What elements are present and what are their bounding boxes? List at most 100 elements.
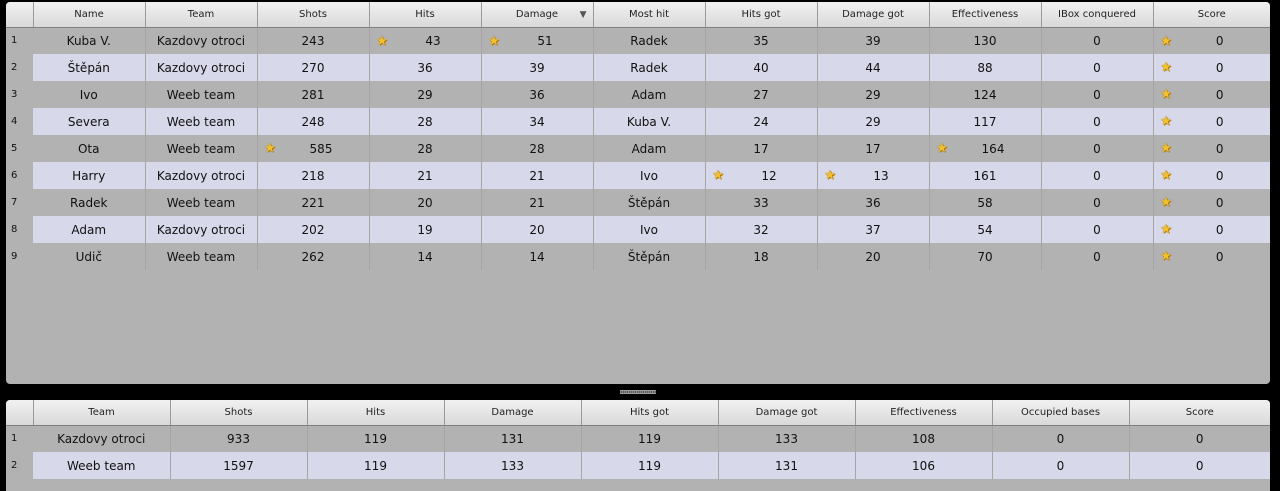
cell-damage: 36 bbox=[481, 81, 594, 108]
cell-name: Adam bbox=[33, 216, 146, 243]
cell-hits-got: 27 bbox=[705, 81, 818, 108]
cell-shots: 1597 bbox=[170, 452, 308, 479]
column-header-damage[interactable]: Damage bbox=[444, 400, 582, 426]
row-number: 9 bbox=[6, 243, 33, 270]
table-row[interactable]: 9 Udič Weeb team 262 14 14 Štěpán 18 20 70 0 ★ 0 bbox=[6, 243, 1270, 270]
cell-effectiveness: 161 bbox=[929, 162, 1042, 189]
players-table-header: Name Team Shots Hits Damage ▼ Most hit Hi… bbox=[6, 2, 1270, 28]
column-header-shots[interactable]: Shots bbox=[257, 2, 370, 28]
column-header-hits-got[interactable]: Hits got bbox=[705, 2, 818, 28]
cell-score: ★ 0 bbox=[1153, 27, 1270, 54]
cell-hits-got: 24 bbox=[705, 108, 818, 135]
cell-hits-got: 35 bbox=[705, 27, 818, 54]
cell-hits-got: ★ 12 bbox=[705, 162, 818, 189]
cell-team: Weeb team bbox=[33, 452, 171, 479]
table-row[interactable]: 2 Štěpán Kazdovy otroci 270 36 39 Radek 40 44 88 0… bbox=[6, 54, 1270, 81]
cell-name: Udič bbox=[33, 243, 146, 270]
cell-value: 0 bbox=[1215, 33, 1224, 48]
cell-shots: 281 bbox=[257, 81, 370, 108]
cell-team: Weeb team bbox=[145, 189, 258, 216]
cell-team: Weeb team bbox=[145, 81, 258, 108]
cell-effectiveness: 58 bbox=[929, 189, 1042, 216]
table-row[interactable]: 1 Kazdovy otroci 933 119 131 119 133 108 0 0 bbox=[6, 425, 1270, 452]
row-number-header bbox=[6, 400, 34, 426]
cell-damage-got: 36 bbox=[817, 189, 930, 216]
cell-occupied-bases: 0 bbox=[992, 452, 1130, 479]
sort-descending-icon: ▼ bbox=[579, 10, 587, 20]
star-icon: ★ bbox=[824, 168, 836, 183]
cell-hits-got: 18 bbox=[705, 243, 818, 270]
cell-most-hit: Adam bbox=[593, 135, 706, 162]
table-row[interactable]: 3 Ivo Weeb team 281 29 36 Adam 27 29 124 0 ★ 0 bbox=[6, 81, 1270, 108]
cell-damage-got: 133 bbox=[718, 425, 856, 452]
cell-value: 164 bbox=[981, 141, 1005, 156]
cell-damage: 28 bbox=[481, 135, 594, 162]
star-icon: ★ bbox=[1160, 168, 1172, 183]
cell-shots: 248 bbox=[257, 108, 370, 135]
star-icon: ★ bbox=[1160, 249, 1172, 264]
column-header-occupied-bases[interactable]: Occupied bases bbox=[992, 400, 1130, 426]
column-header-hits[interactable]: Hits bbox=[307, 400, 445, 426]
cell-value: 0 bbox=[1215, 195, 1224, 210]
cell-name: Ivo bbox=[33, 81, 146, 108]
cell-effectiveness: 70 bbox=[929, 243, 1042, 270]
cell-name: Severa bbox=[33, 108, 146, 135]
column-header-most-hit[interactable]: Most hit bbox=[593, 2, 706, 28]
table-row[interactable]: 8 Adam Kazdovy otroci 202 19 20 Ivo 32 37 54 0 ★ 0 bbox=[6, 216, 1270, 243]
star-icon: ★ bbox=[936, 141, 948, 156]
table-row[interactable]: 5 Ota Weeb team ★ 585 28 28 Adam 17 17 ★ 164 0 ★ 0 bbox=[6, 135, 1270, 162]
cell-ibox: 0 bbox=[1041, 162, 1154, 189]
column-header-name[interactable]: Name bbox=[33, 2, 146, 28]
table-row[interactable]: 6 Harry Kazdovy otroci 218 21 21 Ivo ★ 12 ★ 13 161 0… bbox=[6, 162, 1270, 189]
cell-damage: 14 bbox=[481, 243, 594, 270]
cell-hits: 19 bbox=[369, 216, 482, 243]
cell-hits: ★ 43 bbox=[369, 27, 482, 54]
column-header-hits-got[interactable]: Hits got bbox=[581, 400, 719, 426]
cell-effectiveness: 106 bbox=[855, 452, 993, 479]
cell-ibox: 0 bbox=[1041, 27, 1154, 54]
cell-hits-got: 119 bbox=[581, 452, 719, 479]
cell-name: Radek bbox=[33, 189, 146, 216]
cell-shots: ★ 585 bbox=[257, 135, 370, 162]
star-icon: ★ bbox=[488, 33, 500, 49]
cell-effectiveness: ★ 164 bbox=[929, 135, 1042, 162]
cell-damage: ★ 51 bbox=[481, 27, 594, 54]
cell-ibox: 0 bbox=[1041, 54, 1154, 81]
row-number: 3 bbox=[6, 81, 33, 108]
column-header-ibox-conquered[interactable]: IBox conquered bbox=[1041, 2, 1154, 28]
table-row[interactable]: 7 Radek Weeb team 221 20 21 Štěpán 33 36 58 0 ★ 0 bbox=[6, 189, 1270, 216]
cell-shots: 243 bbox=[257, 27, 370, 54]
table-row[interactable]: 2 Weeb team 1597 119 133 119 131 106 0 0 bbox=[6, 452, 1270, 479]
cell-value: 12 bbox=[761, 168, 777, 183]
star-icon: ★ bbox=[1160, 60, 1172, 75]
column-header-damage-got[interactable]: Damage got bbox=[718, 400, 856, 426]
cell-most-hit: Radek bbox=[593, 54, 706, 81]
column-header-score[interactable]: Score bbox=[1129, 400, 1270, 426]
cell-team: Weeb team bbox=[145, 135, 258, 162]
cell-hits: 119 bbox=[307, 452, 445, 479]
column-header-damage-got[interactable]: Damage got bbox=[817, 2, 930, 28]
column-header-effectiveness[interactable]: Effectiveness bbox=[855, 400, 993, 426]
table-row[interactable]: 4 Severa Weeb team 248 28 34 Kuba V. 24 29 117 0 ★ 0 bbox=[6, 108, 1270, 135]
column-header-hits[interactable]: Hits bbox=[369, 2, 482, 28]
table-row[interactable]: 1 Kuba V. Kazdovy otroci 243 ★ 43 ★ 51 Radek 35 39… bbox=[6, 27, 1270, 54]
column-header-damage[interactable]: Damage ▼ bbox=[481, 2, 594, 28]
column-header-shots[interactable]: Shots bbox=[170, 400, 308, 426]
row-number: 8 bbox=[11, 224, 18, 235]
column-header-score[interactable]: Score bbox=[1153, 2, 1270, 28]
cell-name: Štěpán bbox=[33, 54, 146, 81]
column-header-effectiveness[interactable]: Effectiveness bbox=[929, 2, 1042, 28]
cell-damage-got: 131 bbox=[718, 452, 856, 479]
splitter-grip-icon[interactable] bbox=[620, 390, 656, 394]
cell-most-hit: Kuba V. bbox=[593, 108, 706, 135]
cell-score: ★ 0 bbox=[1153, 81, 1270, 108]
cell-score: ★ 0 bbox=[1153, 189, 1270, 216]
cell-effectiveness: 117 bbox=[929, 108, 1042, 135]
teams-table: Team Shots Hits Damage Hits got Damage g… bbox=[6, 400, 1270, 479]
cell-team: Kazdovy otroci bbox=[145, 216, 258, 243]
star-icon: ★ bbox=[1160, 195, 1172, 210]
cell-damage-got: ★ 13 bbox=[817, 162, 930, 189]
column-header-team[interactable]: Team bbox=[145, 2, 258, 28]
column-header-team[interactable]: Team bbox=[33, 400, 171, 426]
split-view-divider[interactable] bbox=[0, 384, 1280, 400]
